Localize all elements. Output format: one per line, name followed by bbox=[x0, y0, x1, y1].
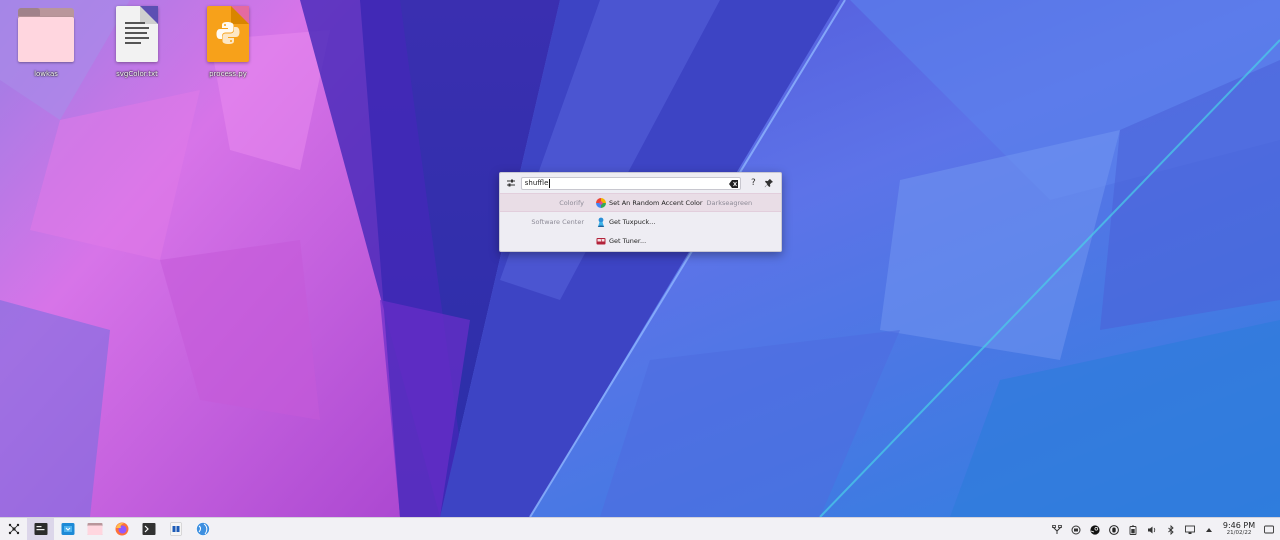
configure-button[interactable] bbox=[504, 176, 518, 190]
terminal-icon bbox=[34, 523, 47, 535]
show-desktop-icon bbox=[1264, 525, 1274, 533]
search-input[interactable]: shuffle bbox=[520, 176, 742, 190]
app-launcher-button[interactable] bbox=[0, 518, 27, 540]
task-terminal[interactable] bbox=[27, 517, 54, 540]
result-label: Set An Random Accent Color bbox=[609, 198, 703, 207]
result-sublabel: Darkseagreen bbox=[706, 198, 753, 207]
desktop-icon-text-file[interactable]: svgColor.txt bbox=[102, 4, 172, 82]
volume-icon bbox=[1147, 526, 1155, 533]
battery-icon bbox=[1129, 525, 1136, 535]
network-icon bbox=[1051, 524, 1062, 534]
python-file-icon bbox=[198, 4, 258, 64]
clock-date: 21/02/22 bbox=[1226, 530, 1252, 537]
tray-steam[interactable] bbox=[1085, 518, 1104, 540]
clock-time: 9:46 PM bbox=[1222, 521, 1256, 531]
pin-icon bbox=[764, 179, 774, 188]
app-launcher-icon bbox=[8, 523, 19, 535]
desktop-icon-caption: svgColor.txt bbox=[116, 70, 158, 78]
pin-button[interactable] bbox=[761, 176, 777, 190]
tray-battery[interactable] bbox=[1123, 518, 1142, 540]
task-firefox[interactable] bbox=[108, 518, 135, 540]
result-label: Get Tuner... bbox=[609, 236, 647, 245]
desktop-wallpaper bbox=[0, 0, 1280, 517]
desktop-icon-folder[interactable]: lowkas bbox=[11, 4, 81, 82]
tray-vault[interactable] bbox=[1104, 518, 1123, 540]
firefox-icon bbox=[115, 522, 128, 536]
task-globe[interactable] bbox=[189, 518, 216, 540]
task-konsole[interactable] bbox=[135, 518, 162, 540]
tray-bluetooth[interactable] bbox=[1161, 518, 1180, 540]
help-button[interactable]: ? bbox=[745, 178, 761, 188]
globe-icon bbox=[195, 522, 210, 536]
tray-clipboard[interactable] bbox=[1066, 518, 1085, 540]
konsole-icon bbox=[142, 523, 155, 535]
system-tray: 9:46 PM 21/02/22 bbox=[1047, 518, 1280, 540]
color-wheel-icon bbox=[596, 197, 606, 208]
task-dolphin[interactable] bbox=[81, 518, 108, 540]
text-editor-icon bbox=[169, 522, 182, 536]
result-row-tuxpuck[interactable]: Software Center Get Tuxpuck... bbox=[500, 212, 781, 231]
result-label: Get Tuxpuck... bbox=[609, 217, 656, 226]
digital-clock[interactable]: 9:46 PM 21/02/22 bbox=[1220, 522, 1258, 537]
text-caret bbox=[549, 178, 551, 188]
desktop-icon-python-file[interactable]: process.py bbox=[193, 4, 263, 82]
tuxpuck-icon bbox=[597, 217, 605, 227]
tray-network[interactable] bbox=[1047, 518, 1066, 540]
task-discover[interactable] bbox=[54, 518, 81, 540]
search-query-text: shuffle bbox=[524, 179, 549, 187]
task-text-editor[interactable] bbox=[162, 518, 189, 540]
vault-icon bbox=[1108, 524, 1119, 535]
taskbar-panel: 9:46 PM 21/02/22 bbox=[0, 517, 1280, 540]
tray-volume[interactable] bbox=[1142, 518, 1161, 540]
result-category: Colorify bbox=[559, 198, 584, 207]
desktop-icon-caption: process.py bbox=[209, 70, 247, 78]
discover-icon bbox=[61, 523, 74, 535]
folder-icon bbox=[16, 4, 76, 64]
show-desktop-button[interactable] bbox=[1258, 518, 1280, 540]
krunner-window: shuffle ? Colorify Set An Random Accent … bbox=[499, 172, 782, 252]
krunner-toolbar: shuffle ? bbox=[500, 173, 781, 193]
result-row-accent-color[interactable]: Colorify Set An Random Accent Color Dark… bbox=[500, 193, 781, 212]
result-category: Software Center bbox=[531, 217, 584, 226]
desktop-icon-caption: lowkas bbox=[34, 70, 58, 78]
tray-display[interactable] bbox=[1180, 518, 1199, 540]
settings-sliders-icon bbox=[506, 179, 515, 187]
result-row-tuner[interactable]: Get Tuner... bbox=[500, 231, 781, 250]
bluetooth-icon bbox=[1167, 524, 1174, 535]
expand-icon bbox=[1205, 527, 1212, 532]
text-file-icon bbox=[107, 4, 167, 64]
tray-expand[interactable] bbox=[1199, 518, 1218, 540]
clear-text-icon[interactable] bbox=[729, 179, 739, 188]
dolphin-icon bbox=[87, 523, 102, 535]
steam-icon bbox=[1089, 524, 1100, 535]
clipboard-icon bbox=[1071, 525, 1080, 534]
display-icon bbox=[1184, 525, 1195, 534]
tuner-icon bbox=[596, 237, 606, 244]
